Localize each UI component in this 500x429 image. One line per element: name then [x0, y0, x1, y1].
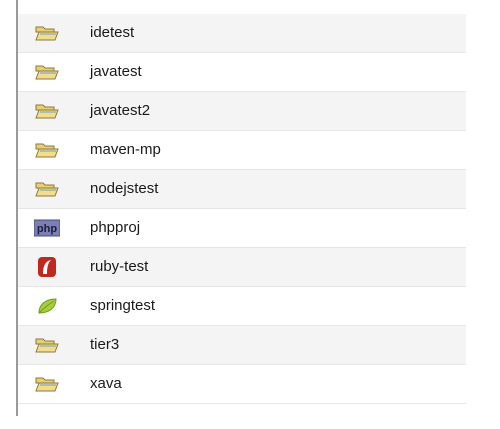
project-label: javatest2 [90, 102, 151, 119]
project-row-tier3[interactable]: tier3 [18, 326, 466, 365]
project-label: xava [90, 375, 122, 392]
ruby-icon [34, 257, 60, 277]
project-row-xava[interactable]: xava [18, 365, 466, 404]
project-row-javatest[interactable]: javatest [18, 53, 466, 92]
folder-icon [34, 179, 60, 199]
project-label: idetest [90, 24, 135, 41]
project-row-ruby-test[interactable]: ruby-test [18, 248, 466, 287]
project-label: javatest [90, 63, 142, 80]
project-row-idetest[interactable]: idetest [18, 14, 466, 53]
project-row-nodejstest[interactable]: nodejstest [18, 170, 466, 209]
php-icon-text: php [37, 223, 57, 235]
php-icon: php [34, 218, 60, 238]
project-label: springtest [90, 297, 156, 314]
project-list-panel: idetest javatest javatest2 maven-mp node… [0, 0, 500, 429]
project-row-springtest[interactable]: springtest [18, 287, 466, 326]
project-row-maven-mp[interactable]: maven-mp [18, 131, 466, 170]
project-label: phpproj [90, 219, 141, 236]
project-label: tier3 [90, 336, 120, 353]
project-label: maven-mp [90, 141, 161, 158]
project-row-phpproj[interactable]: php phpproj [18, 209, 466, 248]
project-list: idetest javatest javatest2 maven-mp node… [18, 14, 466, 404]
project-row-javatest2[interactable]: javatest2 [18, 92, 466, 131]
folder-icon [34, 140, 60, 160]
folder-icon [34, 335, 60, 355]
spring-leaf-icon [34, 296, 60, 316]
project-label: nodejstest [90, 180, 159, 197]
folder-icon [34, 23, 60, 43]
project-label: ruby-test [90, 258, 149, 275]
folder-icon [34, 101, 60, 121]
folder-icon [34, 62, 60, 82]
folder-icon [34, 374, 60, 394]
